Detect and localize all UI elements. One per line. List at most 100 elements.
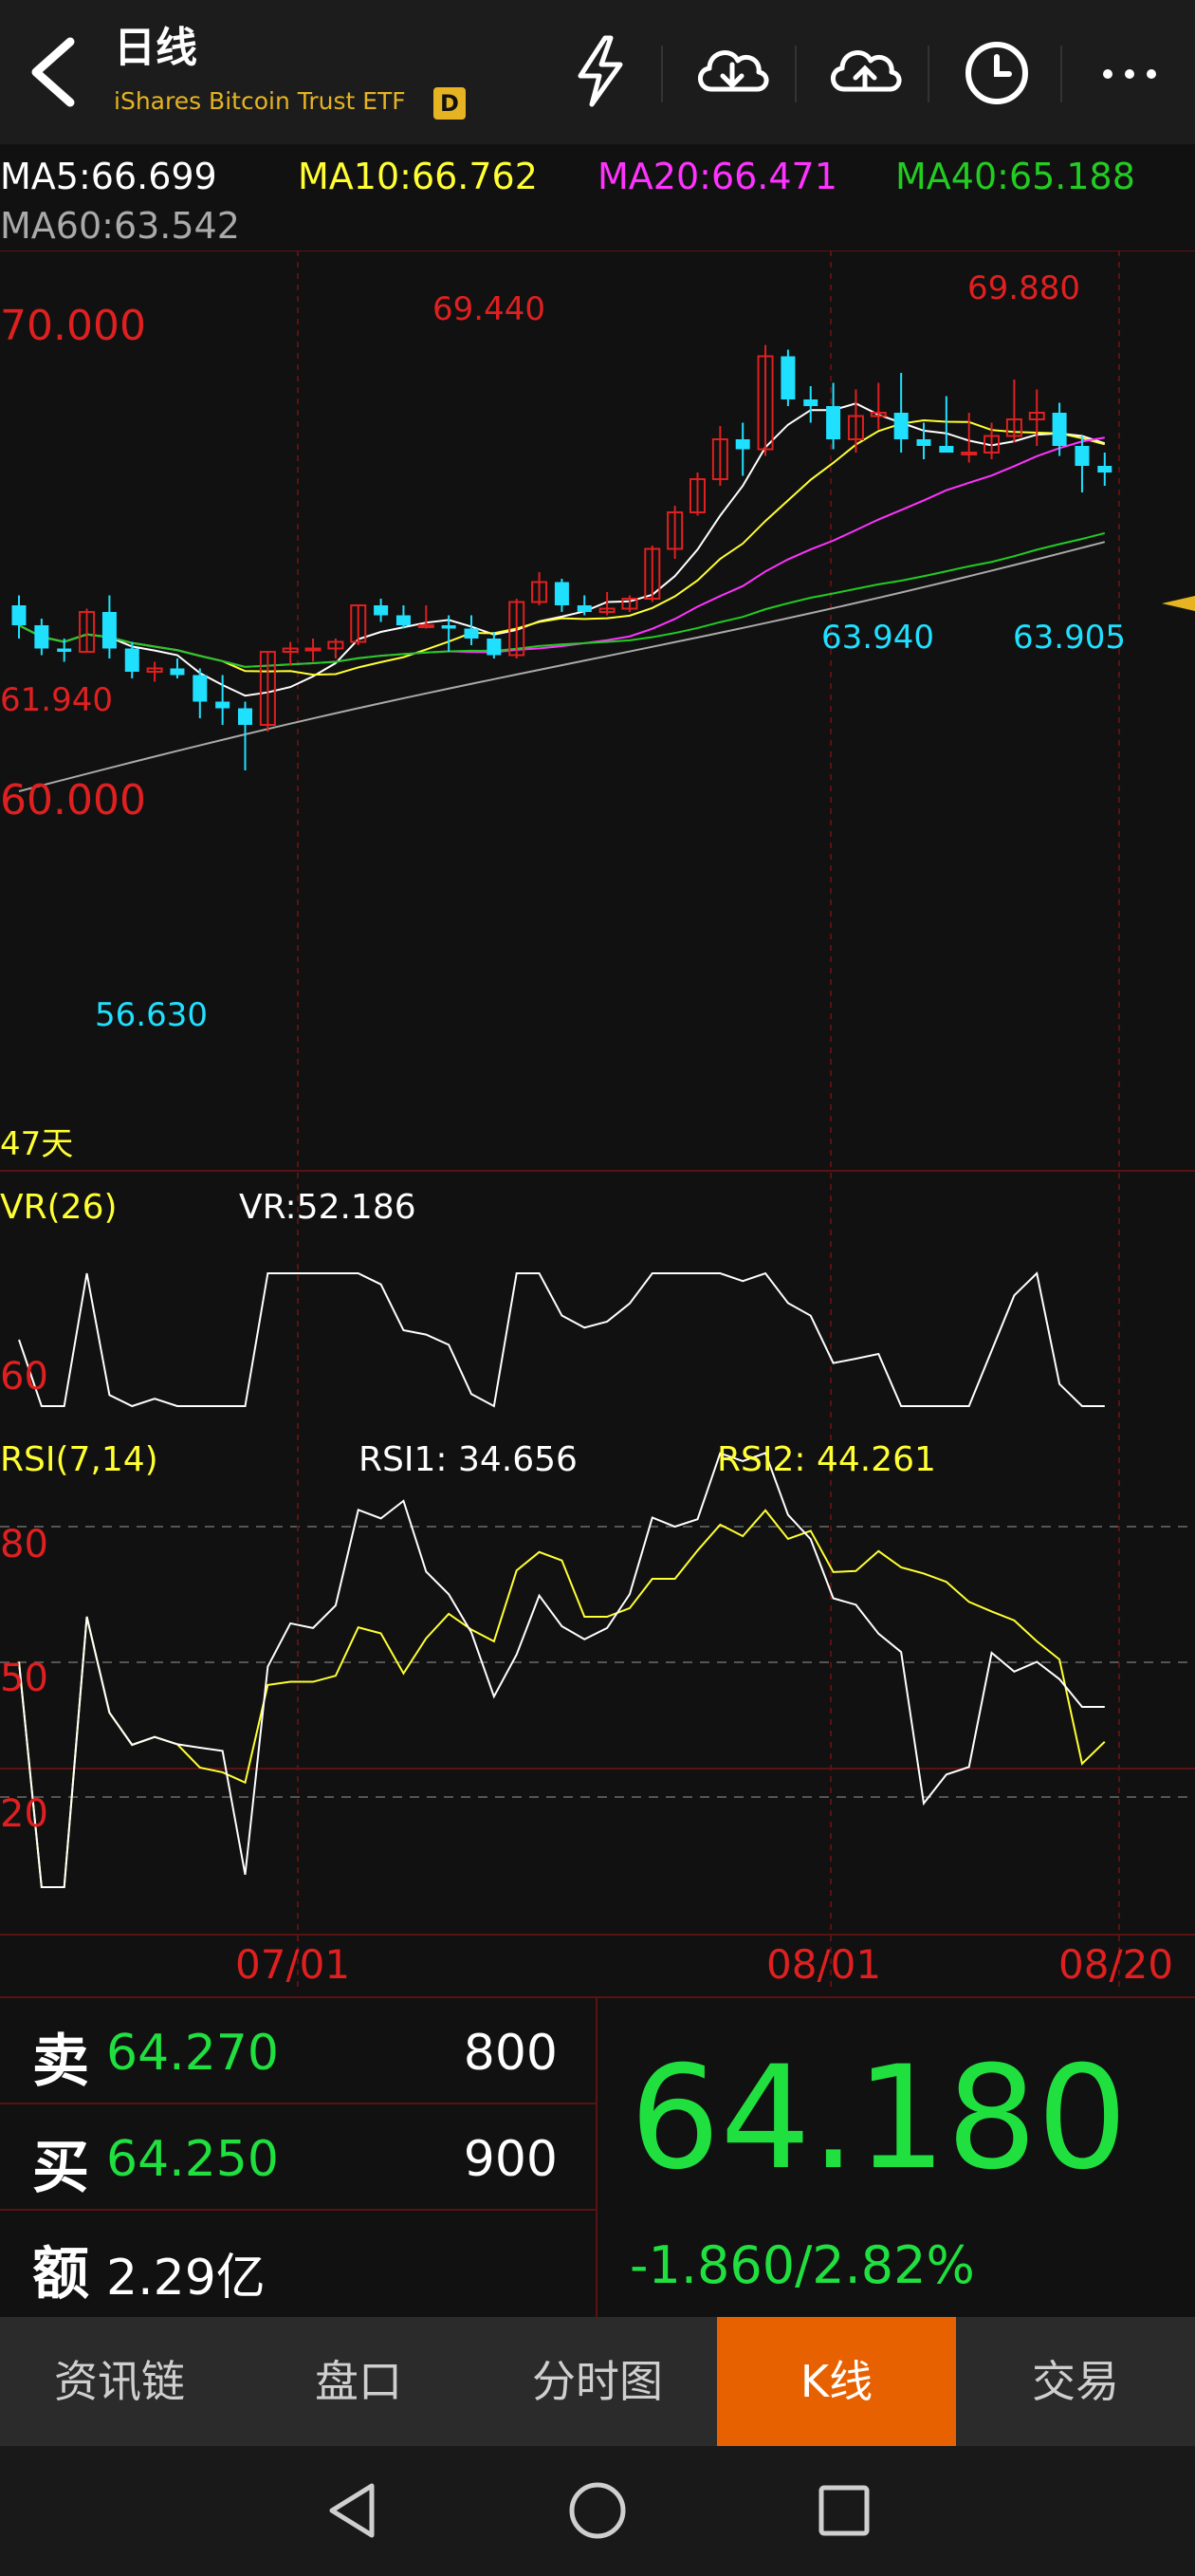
vr-polyline xyxy=(18,1271,1105,1408)
candle-body xyxy=(916,439,931,446)
candle-body xyxy=(193,675,208,702)
candle-body xyxy=(735,439,750,450)
rsi1-polyline xyxy=(18,1452,1105,1888)
ma20-line xyxy=(18,436,1105,668)
ma10-label: MA10:66.762 xyxy=(298,156,538,197)
amount-key: 额 xyxy=(32,2241,89,2307)
date-label-0701: 07/01 xyxy=(235,1941,351,1988)
back-arrow-icon[interactable] xyxy=(21,34,87,110)
candle-body xyxy=(826,406,841,439)
page-title: 日线 xyxy=(114,24,197,72)
ma40-label: MA40:65.188 xyxy=(895,156,1135,197)
chart-grid xyxy=(0,250,1195,1987)
tab-kline[interactable]: K线 xyxy=(717,2317,956,2446)
vr-level: 60 xyxy=(0,1355,48,1399)
rsi-level-50: 50 xyxy=(0,1657,48,1700)
candle-body xyxy=(939,446,954,453)
candle-body xyxy=(417,624,434,628)
candle-body xyxy=(11,605,27,625)
low-label-2: 63.940 xyxy=(821,619,934,657)
ma20-label: MA20:66.471 xyxy=(598,156,837,197)
divider xyxy=(795,46,797,102)
tab-orderbook[interactable]: 盘口 xyxy=(239,2317,478,2446)
nav-recents-icon[interactable] xyxy=(810,2476,878,2545)
candle-body xyxy=(554,582,569,605)
candle-body xyxy=(395,615,411,625)
sell-row: 卖 64.270 800 xyxy=(0,1998,596,2104)
more-icon[interactable] xyxy=(1087,28,1172,114)
quote-divider xyxy=(596,1998,598,2319)
candle-body xyxy=(1052,413,1067,446)
sell-qty: 800 xyxy=(463,2025,558,2082)
candle-body xyxy=(374,605,389,616)
candle-body xyxy=(215,701,230,709)
candlesticks xyxy=(11,344,1112,770)
tab-intraday[interactable]: 分时图 xyxy=(478,2317,717,2446)
candle-body xyxy=(441,625,456,629)
quote-panel: 卖 64.270 800 买 64.250 900 额 2.29亿 64.180… xyxy=(0,1996,1195,2319)
days-label: 47天 xyxy=(0,1125,74,1163)
candle-body xyxy=(961,452,978,455)
buy-qty: 900 xyxy=(463,2131,558,2188)
top-bar: 日线 iShares Bitcoin Trust ETF D xyxy=(0,0,1195,144)
divider xyxy=(661,46,663,102)
divider xyxy=(1060,46,1062,102)
period-badge: D xyxy=(433,87,466,120)
candle-body xyxy=(577,605,592,612)
kline-chart[interactable] xyxy=(0,250,1195,1987)
high-label-1: 69.440 xyxy=(432,290,545,328)
vr-value: VR:52.186 xyxy=(239,1188,416,1227)
axis-label-60: 60.000 xyxy=(0,776,146,825)
candle-body xyxy=(781,356,796,399)
buy-key: 买 xyxy=(32,2135,89,2201)
lightning-icon[interactable] xyxy=(558,28,643,114)
candle-body xyxy=(1097,466,1112,473)
candle-body xyxy=(487,639,502,656)
low-label-3: 63.905 xyxy=(1013,619,1126,657)
vr-title: VR(26) xyxy=(0,1188,118,1227)
candle-body xyxy=(57,648,72,652)
sell-key: 卖 xyxy=(32,2029,89,2095)
candle-body xyxy=(1075,446,1090,466)
ma60-label: MA60:63.542 xyxy=(0,205,240,247)
candle-body xyxy=(893,413,909,439)
candle-body xyxy=(304,647,322,652)
ma10-line xyxy=(18,419,1106,676)
divider xyxy=(928,46,929,102)
tab-news[interactable]: 资讯链 xyxy=(0,2317,239,2446)
rsi-title: RSI(7,14) xyxy=(0,1440,158,1479)
candle-body xyxy=(803,399,818,406)
amount-value: 2.29亿 xyxy=(106,2250,266,2307)
rsi1-value: RSI1: 34.656 xyxy=(358,1440,578,1479)
axis-label-70: 70.000 xyxy=(0,302,146,350)
candle-body xyxy=(101,612,117,649)
cloud-download-icon[interactable] xyxy=(689,28,774,114)
date-label-0820: 08/20 xyxy=(1058,1941,1174,1988)
buy-price: 64.250 xyxy=(106,2131,279,2188)
amount-row: 额 2.29亿 xyxy=(0,2211,596,2315)
candle-body xyxy=(238,708,252,725)
current-price-pointer xyxy=(1162,596,1195,611)
last-price: 64.180 xyxy=(630,2036,1128,2201)
candle-body xyxy=(464,628,479,639)
cloud-upload-icon[interactable] xyxy=(821,28,907,114)
rsi2-value: RSI2: 44.261 xyxy=(717,1440,936,1479)
system-nav-bar xyxy=(0,2446,1195,2576)
rsi-level-80: 80 xyxy=(0,1523,48,1566)
date-label-0801: 08/01 xyxy=(766,1941,882,1988)
nav-home-icon[interactable] xyxy=(563,2476,632,2545)
high-label-2: 69.880 xyxy=(967,269,1080,307)
clock-icon[interactable] xyxy=(954,28,1039,114)
sell-price: 64.270 xyxy=(106,2025,279,2082)
nav-back-icon[interactable] xyxy=(319,2476,387,2545)
candle-body xyxy=(124,648,139,672)
price-change: -1.860/2.82% xyxy=(630,2235,975,2295)
left-price-label: 61.940 xyxy=(0,681,113,719)
candle-body xyxy=(34,625,49,649)
rsi-lines xyxy=(18,1452,1106,1888)
rsi2-polyline xyxy=(18,1509,1106,1888)
tab-trade[interactable]: 交易 xyxy=(956,2317,1195,2446)
ma5-label: MA5:66.699 xyxy=(0,156,217,197)
rsi-level-20: 20 xyxy=(0,1792,48,1836)
vr-line xyxy=(18,1271,1105,1408)
